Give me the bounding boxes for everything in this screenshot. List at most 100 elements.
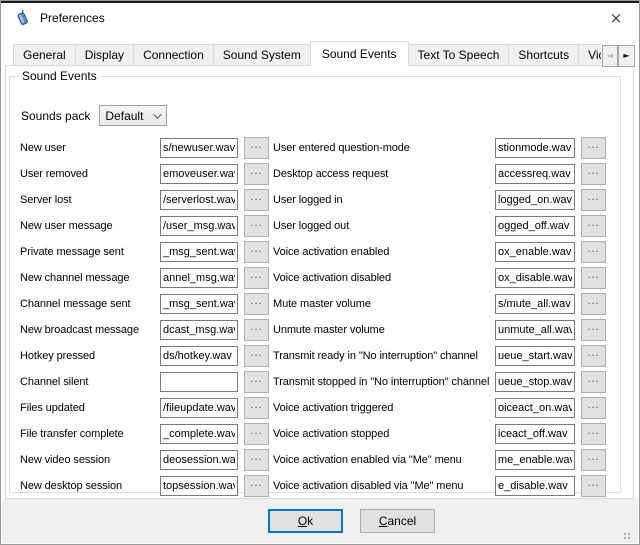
sound-event-row: Private message sent ... [20, 239, 269, 265]
browse-button[interactable]: ... [581, 449, 606, 471]
sound-file-input[interactable] [160, 164, 238, 184]
browse-button[interactable]: ... [244, 345, 269, 367]
sound-file-input[interactable] [160, 216, 238, 236]
browse-button[interactable]: ... [581, 267, 606, 289]
sound-file-input[interactable] [495, 476, 575, 496]
browse-button[interactable]: ... [244, 215, 269, 237]
sound-event-row: Voice activation triggered ... [273, 395, 606, 421]
chevron-down-icon [154, 110, 162, 118]
sound-event-row: New video session ... [20, 447, 269, 473]
browse-button[interactable]: ... [244, 293, 269, 315]
sound-file-input[interactable] [160, 320, 238, 340]
browse-button[interactable]: ... [244, 423, 269, 445]
tab-sound-system[interactable]: Sound System [213, 44, 311, 65]
sound-event-label: User entered question-mode [273, 142, 495, 154]
tab-list: GeneralDisplayConnectionSound SystemSoun… [13, 41, 601, 66]
sound-event-row: Voice activation stopped ... [273, 421, 606, 447]
sound-event-label: New broadcast message [20, 324, 160, 336]
browse-button[interactable]: ... [244, 267, 269, 289]
browse-button[interactable]: ... [244, 241, 269, 263]
sound-file-input[interactable] [160, 372, 238, 392]
sound-file-input[interactable] [160, 138, 238, 158]
browse-button[interactable]: ... [581, 371, 606, 393]
browse-button[interactable]: ... [581, 397, 606, 419]
browse-button[interactable]: ... [244, 371, 269, 393]
sound-events-group: Sound Events Sounds pack Default New use… [9, 69, 621, 493]
sound-event-label: Voice activation enabled [273, 246, 495, 258]
browse-button[interactable]: ... [244, 137, 269, 159]
sound-file-input[interactable] [495, 424, 575, 444]
sound-file-input[interactable] [160, 190, 238, 210]
sound-file-input[interactable] [495, 320, 575, 340]
tab-shortcuts[interactable]: Shortcuts [508, 44, 579, 65]
sound-file-input[interactable] [160, 294, 238, 314]
browse-button[interactable]: ... [581, 423, 606, 445]
sound-file-input[interactable] [495, 242, 575, 262]
browse-button[interactable]: ... [581, 137, 606, 159]
cancel-button[interactable]: Cancel [360, 509, 435, 533]
sound-event-label: File transfer complete [20, 428, 160, 440]
browse-button[interactable]: ... [244, 319, 269, 341]
sound-event-row: Voice activation enabled via "Me" menu .… [273, 447, 606, 473]
sound-file-input[interactable] [160, 268, 238, 288]
sound-file-input[interactable] [495, 164, 575, 184]
browse-button[interactable]: ... [244, 163, 269, 185]
sound-event-label: Private message sent [20, 246, 160, 258]
sound-event-row: Voice activation enabled ... [273, 239, 606, 265]
sound-file-input[interactable] [160, 242, 238, 262]
sound-file-input[interactable] [160, 398, 238, 418]
ok-button[interactable]: Ok [268, 509, 343, 533]
close-button[interactable]: × [594, 3, 638, 32]
browse-button[interactable]: ... [244, 449, 269, 471]
footer: Ok Cancel [2, 499, 638, 543]
browse-button[interactable]: ... [581, 163, 606, 185]
sound-file-input[interactable] [495, 216, 575, 236]
tab-scroll-right-button[interactable]: ► [618, 45, 635, 67]
sound-event-label: User logged in [273, 194, 495, 206]
sound-file-input[interactable] [495, 138, 575, 158]
sound-file-input[interactable] [160, 476, 238, 496]
sound-event-label: Transmit ready in "No interruption" chan… [273, 350, 495, 362]
tab-text-to-speech[interactable]: Text To Speech [408, 44, 510, 65]
sound-file-input[interactable] [495, 398, 575, 418]
browse-button[interactable]: ... [244, 475, 269, 497]
browse-button[interactable]: ... [581, 293, 606, 315]
sound-event-label: Mute master volume [273, 298, 495, 310]
tab-general[interactable]: General [13, 44, 76, 65]
sound-event-label: Files updated [20, 402, 160, 414]
sounds-pack-select[interactable]: Default [99, 105, 167, 126]
browse-button[interactable]: ... [581, 241, 606, 263]
resize-grip[interactable] [624, 529, 634, 539]
sound-event-label: User logged out [273, 220, 495, 232]
browse-button[interactable]: ... [581, 475, 606, 497]
tab-connection[interactable]: Connection [133, 44, 214, 65]
sound-event-label: Voice activation disabled [273, 272, 495, 284]
sound-file-input[interactable] [160, 424, 238, 444]
browse-button[interactable]: ... [581, 189, 606, 211]
sound-event-label: New channel message [20, 272, 160, 284]
browse-button[interactable]: ... [244, 189, 269, 211]
browse-button[interactable]: ... [581, 215, 606, 237]
sound-event-row: New channel message ... [20, 265, 269, 291]
browse-button[interactable]: ... [581, 319, 606, 341]
browse-button[interactable]: ... [581, 345, 606, 367]
sound-file-input[interactable] [495, 450, 575, 470]
sound-event-label: Channel silent [20, 376, 160, 388]
sound-file-input[interactable] [160, 346, 238, 366]
sound-file-input[interactable] [495, 346, 575, 366]
titlebar[interactable]: Preferences × [1, 3, 639, 33]
tab-display[interactable]: Display [75, 44, 134, 65]
sound-event-row: Server lost ... [20, 187, 269, 213]
sound-file-input[interactable] [495, 372, 575, 392]
sound-file-input[interactable] [495, 190, 575, 210]
tab-sound-events[interactable]: Sound Events [310, 41, 409, 66]
sound-file-input[interactable] [495, 294, 575, 314]
tab-video[interactable]: Video [578, 44, 601, 65]
browse-button[interactable]: ... [244, 397, 269, 419]
tab-scroll-left-button[interactable]: ◄ [602, 45, 618, 67]
sound-event-row: Transmit stopped in "No interruption" ch… [273, 369, 606, 395]
sound-event-row: New user message ... [20, 213, 269, 239]
sound-file-input[interactable] [160, 450, 238, 470]
sound-event-row: Channel message sent ... [20, 291, 269, 317]
sound-file-input[interactable] [495, 268, 575, 288]
